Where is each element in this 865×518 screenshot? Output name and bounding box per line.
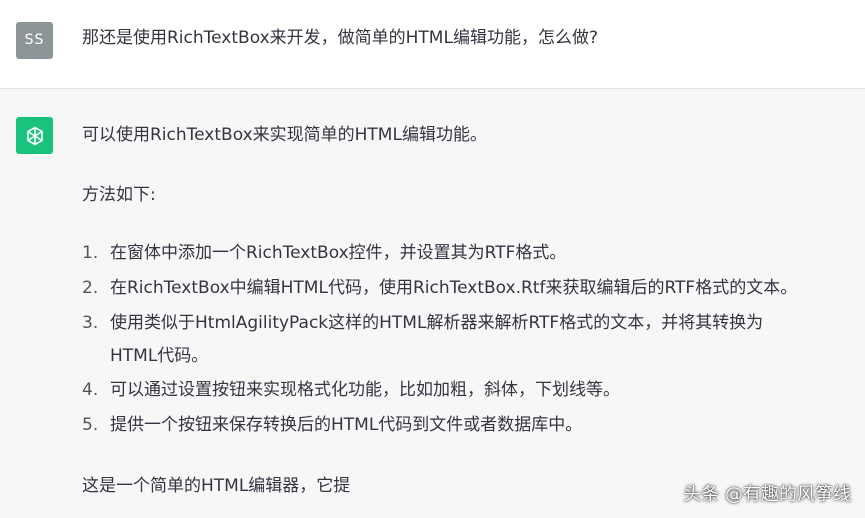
assistant-closing: 这是一个简单的HTML编辑器，它提 bbox=[82, 476, 351, 496]
list-item-number: 2. bbox=[82, 278, 99, 298]
list-item-text: 使用类似于HtmlAgilityPack这样的HTML解析器来解析RTF格式的文… bbox=[110, 313, 764, 333]
list-item-number: 3. bbox=[82, 313, 99, 333]
list-item-number: 1. bbox=[82, 243, 99, 263]
list-item: 2. 在RichTextBox中编辑HTML代码，使用RichTextBox.R… bbox=[82, 274, 797, 302]
user-message-row: SS 那还是使用RichTextBox来开发，做简单的HTML编辑功能，怎么做? bbox=[0, 0, 865, 89]
list-item: 3. 使用类似于HtmlAgilityPack这样的HTML解析器来解析RTF格… bbox=[82, 309, 763, 337]
watermark: 头条 @有趣的风筝线 bbox=[683, 484, 851, 505]
list-item: 5. 提供一个按钮来保存转换后的HTML代码到文件或者数据库中。 bbox=[82, 411, 582, 439]
list-item-text: 在RichTextBox中编辑HTML代码，使用RichTextBox.Rtf来… bbox=[110, 278, 798, 298]
list-item: 4. 可以通过设置按钮来实现格式化功能，比如加粗，斜体，下划线等。 bbox=[82, 376, 620, 404]
assistant-intro: 可以使用RichTextBox来实现简单的HTML编辑功能。 bbox=[82, 125, 487, 145]
openai-logo-icon bbox=[16, 117, 53, 154]
user-message-text: 那还是使用RichTextBox来开发，做简单的HTML编辑功能，怎么做? bbox=[82, 28, 598, 48]
method-heading: 方法如下: bbox=[82, 185, 156, 205]
list-item-text: 提供一个按钮来保存转换后的HTML代码到文件或者数据库中。 bbox=[110, 415, 583, 435]
user-avatar: SS bbox=[16, 22, 53, 59]
assistant-message-row: 可以使用RichTextBox来实现简单的HTML编辑功能。 方法如下: 1. … bbox=[0, 89, 865, 518]
list-item-number: 4. bbox=[82, 380, 99, 400]
list-item-text: 在窗体中添加一个RichTextBox控件，并设置其为RTF格式。 bbox=[110, 243, 567, 263]
list-item-text: 可以通过设置按钮来实现格式化功能，比如加粗，斜体，下划线等。 bbox=[110, 380, 620, 400]
list-item: 1. 在窗体中添加一个RichTextBox控件，并设置其为RTF格式。 bbox=[82, 239, 566, 267]
list-item-text-continued: HTML代码。 bbox=[110, 346, 209, 366]
list-item-number: 5. bbox=[82, 415, 99, 435]
